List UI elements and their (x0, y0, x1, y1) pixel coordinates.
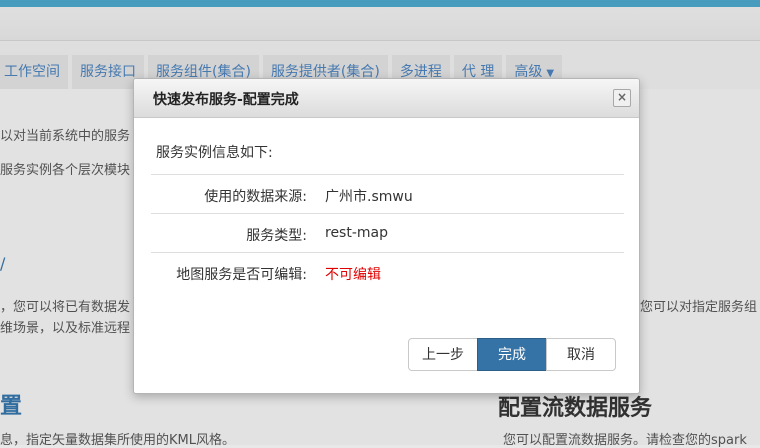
info-row: 地图服务是否可编辑: 不可编辑 (151, 252, 624, 291)
service-info-table: 使用的数据来源: 广州市.smwu 服务类型: rest-map 地图服务是否可… (151, 174, 624, 291)
finish-button[interactable]: 完成 (477, 338, 547, 371)
dialog-title: 快速发布服务-配置完成 (153, 92, 299, 108)
info-row: 服务类型: rest-map (151, 213, 624, 252)
info-value: 广州市.smwu (325, 189, 413, 205)
quick-publish-dialog: 快速发布服务-配置完成 × 服务实例信息如下: 使用的数据来源: 广州市.smw… (133, 78, 640, 394)
info-value: rest-map (325, 225, 388, 241)
info-label: 服务类型: (246, 228, 307, 244)
previous-button[interactable]: 上一步 (408, 338, 478, 371)
dialog-buttons: 上一步 完成 取消 (408, 338, 616, 371)
dialog-intro: 服务实例信息如下: (156, 145, 273, 161)
cancel-button[interactable]: 取消 (546, 338, 616, 371)
dialog-header: 快速发布服务-配置完成 × (134, 79, 639, 118)
info-row: 使用的数据来源: 广州市.smwu (151, 174, 624, 213)
close-icon[interactable]: × (613, 89, 631, 107)
info-value: 不可编辑 (325, 267, 381, 283)
info-label: 地图服务是否可编辑: (176, 267, 307, 283)
info-label: 使用的数据来源: (204, 189, 307, 205)
